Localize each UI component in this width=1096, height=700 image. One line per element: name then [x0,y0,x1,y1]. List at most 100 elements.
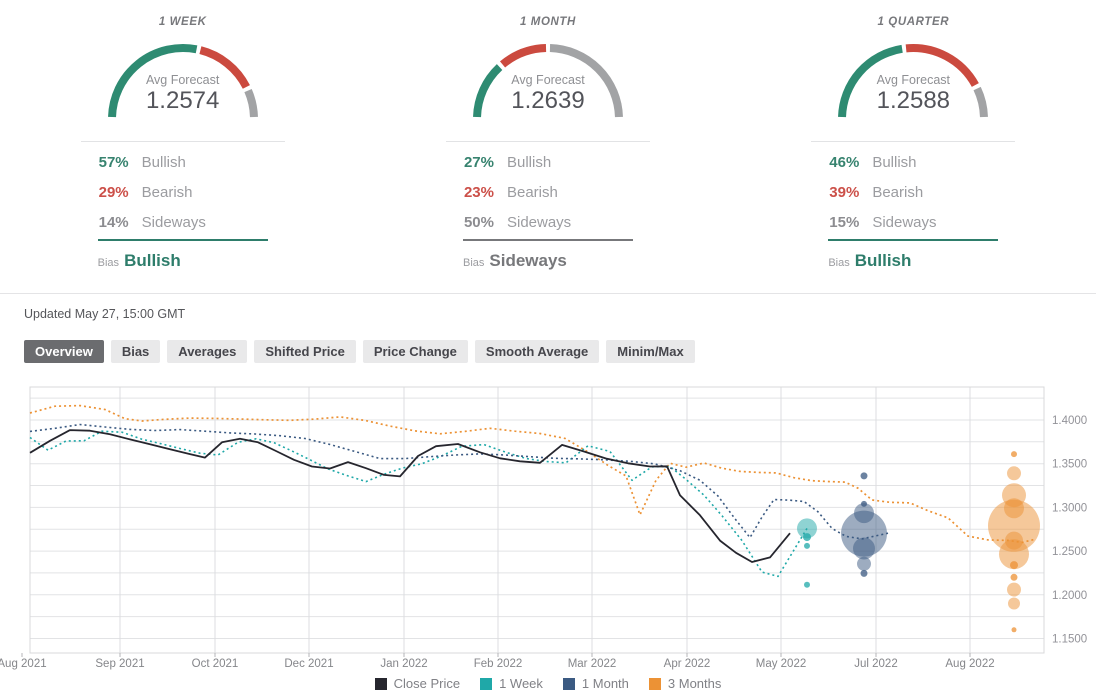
bias-underline [462,239,633,241]
bias-row: Bias Bullish [828,251,1015,271]
bias-value: Sideways [489,251,567,270]
bias-row: Bias Sideways [463,251,650,271]
bearish-row: 29% Bearish [81,177,285,207]
sideways-percent: 50% [463,213,494,231]
bullish-row: 27% Bullish [446,147,650,177]
sideways-row: 50% Sideways [446,207,650,237]
svg-text:May 2022: May 2022 [756,658,807,670]
sideways-label: Sideways [872,213,937,231]
tab-averages[interactable]: Averages [167,340,248,363]
svg-text:Aug 2022: Aug 2022 [945,658,994,670]
bearish-label: Bearish [872,183,924,201]
chart-legend: Close Price 1 Week 1 Month 3 Months [0,676,1096,691]
sentiment-rows: 57% Bullish 29% Bearish 14% Sideways [81,147,285,237]
tab-minim-max[interactable]: Minim/Max [606,340,695,363]
bias-label: Bias [828,257,850,269]
tab-smooth-average[interactable]: Smooth Average [474,340,600,363]
forecast-cards-section: 1 WEEK Avg Forecast 1.2574 57% Bullish 2… [0,0,1096,271]
sideways-row: 15% Sideways [811,207,1015,237]
tab-overview[interactable]: Overview [24,340,104,363]
svg-text:Jul 2022: Jul 2022 [854,658,897,670]
avg-forecast-label: Avg Forecast [145,73,220,87]
sideways-label: Sideways [506,213,572,231]
bullish-percent: 57% [98,153,129,171]
tab-shifted-price[interactable]: Shifted Price [254,340,356,363]
legend-swatch-icon [562,677,575,690]
legend-item-1-week[interactable]: 1 Week [480,676,543,691]
bullish-row: 46% Bullish [811,147,1015,177]
bias-label: Bias [97,257,120,269]
bullish-percent: 27% [463,153,494,171]
svg-text:Aug 2021: Aug 2021 [0,658,47,670]
bias-underline [97,239,268,241]
svg-text:Apr 2022: Apr 2022 [664,658,711,670]
card-period-title: 1 MONTH [520,16,576,28]
svg-text:Sep 2021: Sep 2021 [95,658,144,670]
avg-forecast-value: 1.2588 [876,87,951,114]
avg-forecast-value: 1.2574 [145,87,220,114]
tab-bias[interactable]: Bias [110,340,161,363]
bearish-label: Bearish [141,183,193,201]
section-divider [0,293,1096,294]
svg-text:1.1500: 1.1500 [1052,634,1087,646]
avg-forecast-value: 1.2639 [511,87,585,114]
bearish-percent: 29% [98,183,129,201]
updated-timestamp: Updated May 27, 15:00 GMT [24,307,186,321]
bearish-percent: 39% [829,183,860,201]
bias-row: Bias Bullish [98,251,285,271]
bias-value: Bullish [854,251,912,270]
forecast-card-1-quarter: 1 QUARTER Avg Forecast 1.2588 46% Bullis… [731,8,1096,271]
legend-item-close-price[interactable]: Close Price [374,676,461,691]
forecast-chart: Aug 2021 Sep 2021 Oct 2021 Dec 2021 Jan 2022… [0,380,1096,691]
legend-item-1-month[interactable]: 1 Month [562,676,629,691]
bullish-label: Bullish [506,153,552,171]
sentiment-rows: 27% Bullish 23% Bearish 50% Sideways [446,147,650,237]
svg-text:Feb 2022: Feb 2022 [474,658,523,670]
card-period-title: 1 WEEK [158,16,207,28]
bullish-label: Bullish [872,153,917,171]
svg-text:1.3500: 1.3500 [1052,459,1087,471]
sideways-percent: 15% [829,213,860,231]
legend-label: 1 Month [581,676,629,691]
forecast-poll-page: { "forecast_section": { "cards": [ { "pe… [0,0,1096,700]
svg-text:Oct 2021: Oct 2021 [192,658,239,670]
legend-swatch-icon [480,677,493,690]
bullish-percent: 46% [829,153,860,171]
legend-swatch-icon [648,677,661,690]
gauge-1-month: Avg Forecast 1.2639 [460,34,636,124]
legend-label: 1 Week [499,676,543,691]
gauge-1-week: Avg Forecast 1.2574 [95,34,271,124]
sideways-percent: 14% [98,213,129,231]
bearish-label: Bearish [506,183,558,201]
sideways-row: 14% Sideways [81,207,285,237]
bias-value: Bullish [124,251,181,270]
svg-text:Jan 2022: Jan 2022 [380,658,427,670]
bias-label: Bias [462,257,485,269]
legend-item-3-months[interactable]: 3 Months [648,676,722,691]
forecast-card-1-month: 1 MONTH Avg Forecast 1.2639 27% Bullish … [365,8,730,271]
svg-text:1.3000: 1.3000 [1052,502,1087,514]
svg-text:Dec 2021: Dec 2021 [284,658,333,670]
card-period-title: 1 QUARTER [877,16,950,28]
legend-label: 3 Months [667,676,722,691]
svg-text:Mar 2022: Mar 2022 [568,658,617,670]
svg-text:1.4000: 1.4000 [1052,415,1087,427]
bullish-label: Bullish [141,153,186,171]
avg-forecast-label: Avg Forecast [876,73,951,87]
bearish-percent: 23% [463,183,494,201]
legend-swatch-icon [374,677,387,690]
svg-text:1.2000: 1.2000 [1052,590,1087,602]
sideways-label: Sideways [141,213,206,231]
gauge-1-quarter: Avg Forecast 1.2588 [825,34,1001,124]
bearish-row: 23% Bearish [446,177,650,207]
svg-text:1.2500: 1.2500 [1052,546,1087,558]
tab-price-change[interactable]: Price Change [362,340,468,363]
bullish-row: 57% Bullish [81,147,285,177]
avg-forecast-label: Avg Forecast [511,73,585,87]
chart-canvas: Aug 2021 Sep 2021 Oct 2021 Dec 2021 Jan 2022… [0,386,1087,670]
chart-tabs: Overview Bias Averages Shifted Price Price C… [24,340,1096,363]
bearish-row: 39% Bearish [811,177,1015,207]
legend-label: Close Price [393,676,461,691]
forecast-card-1-week: 1 WEEK Avg Forecast 1.2574 57% Bullish 2… [0,8,365,271]
sentiment-rows: 46% Bullish 39% Bearish 15% Sideways [811,147,1015,237]
